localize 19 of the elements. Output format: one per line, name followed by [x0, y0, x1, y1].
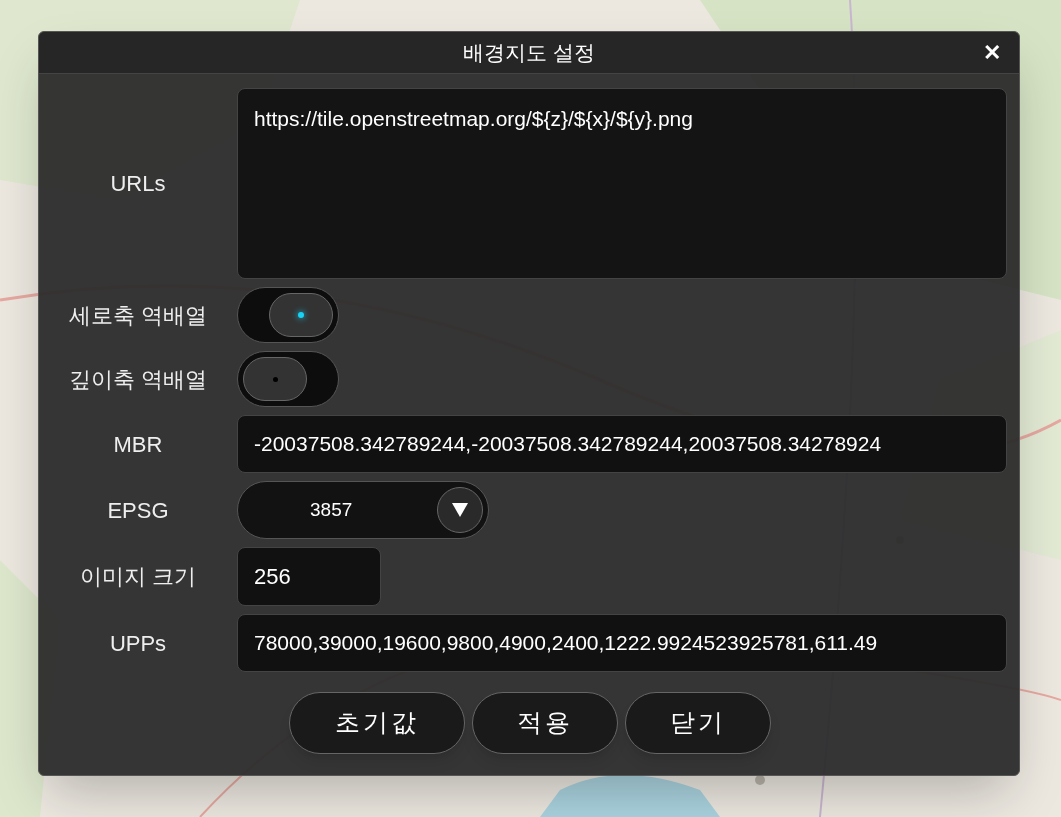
field-label: 깊이축 역배열 [67, 365, 209, 394]
input-field[interactable]: -20037508.342789244,-20037508.342789244,20037508.34278924 [237, 415, 1007, 473]
field-label: EPSG [106, 496, 170, 525]
epsg-dropdown[interactable]: 3857 [237, 481, 489, 539]
url-field[interactable]: https://tile.openstreetmap.org/${z}/${x}/${y}.png [237, 88, 1007, 279]
field-label: 세로축 역배열 [67, 301, 209, 330]
field-label: 이미지 크기 [78, 563, 198, 591]
toggle-switch[interactable] [237, 287, 339, 343]
dialog-button[interactable]: 적용 [472, 692, 618, 754]
toggle-switch[interactable] [237, 351, 339, 407]
close-button[interactable]: ✕ [977, 38, 1007, 68]
dialog-button[interactable]: 닫기 [625, 692, 771, 754]
field-label: MBR [112, 430, 164, 459]
input-field[interactable]: 256 [237, 547, 381, 606]
field-label: URLs [109, 170, 167, 198]
field-label: UPPs [108, 629, 168, 658]
window-title: 배경지도 설정 [463, 39, 595, 66]
dialog-button[interactable]: 초기값 [289, 692, 465, 754]
input-field[interactable]: 78000,39000,19600,9800,4900,2400,1222.9924523925781,611.49 [237, 614, 1007, 672]
